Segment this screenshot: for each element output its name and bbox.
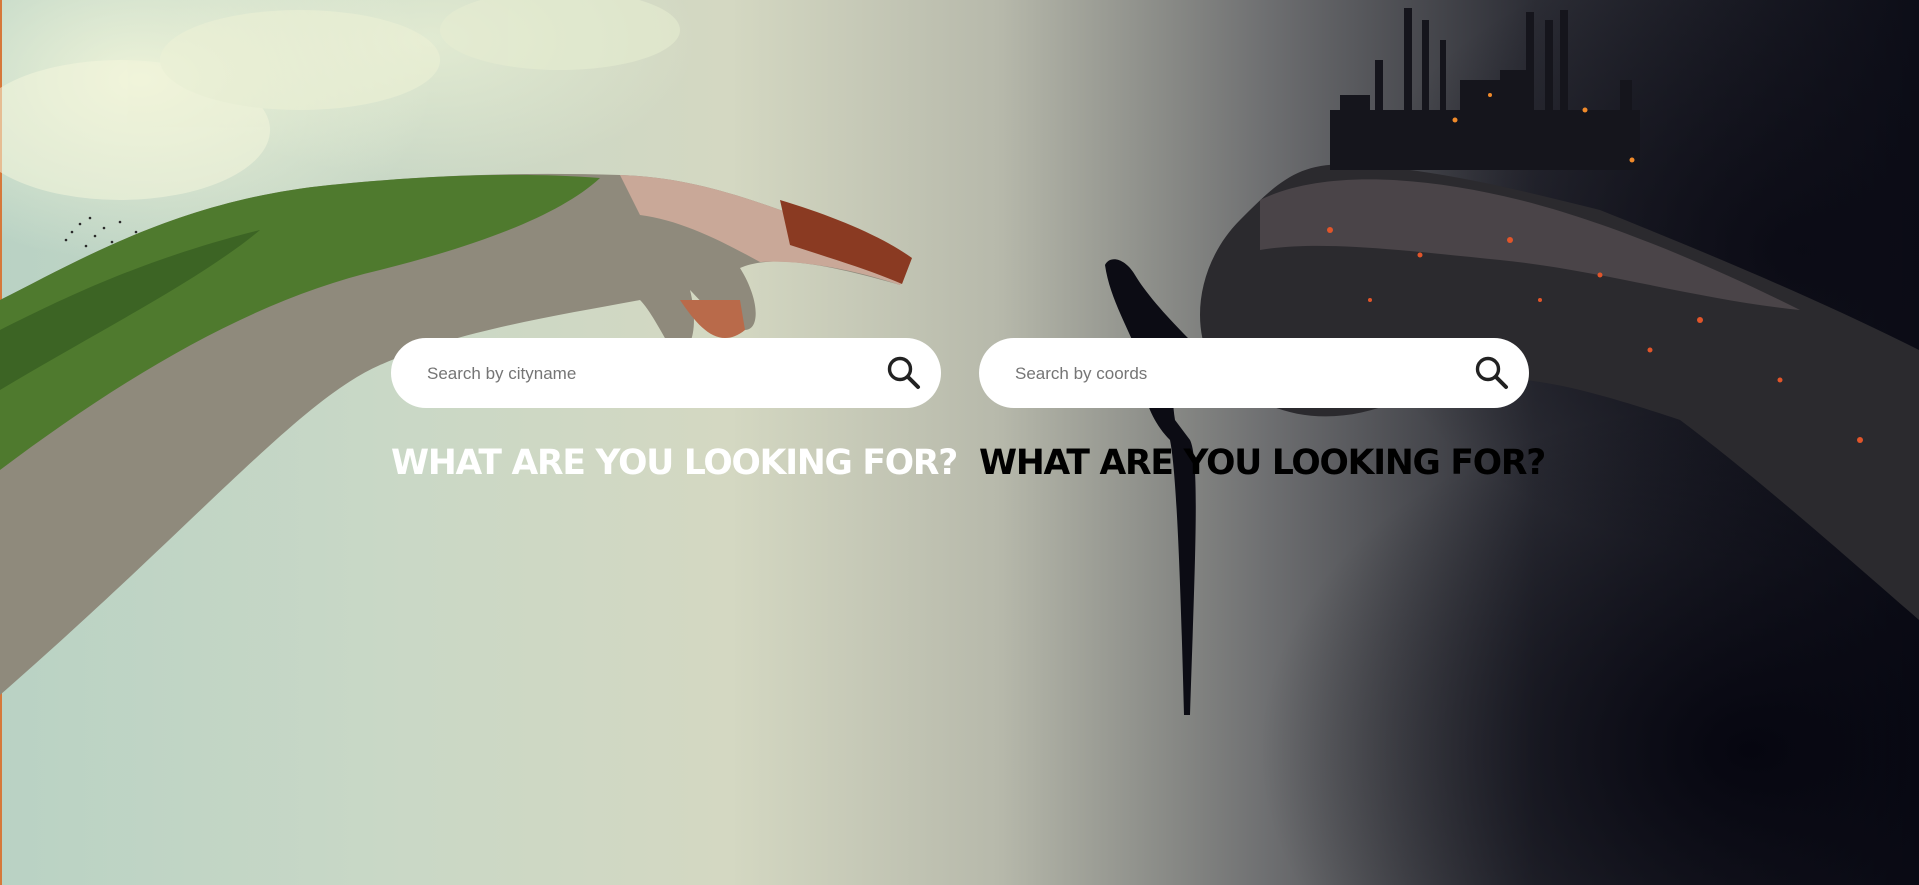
headline-right: WHAT ARE YOU LOOKING FOR? [979,443,1546,483]
search-icon [887,356,920,389]
city-search-input[interactable] [425,338,849,410]
city-search-button[interactable] [883,352,925,394]
coords-search-input[interactable] [1013,338,1437,410]
coords-search-box [979,338,1529,410]
background-artwork [0,0,1919,715]
cloud-shapes [0,0,680,200]
industry-hand [1200,8,1919,620]
hero-background: WHAT ARE YOU LOOKING FOR? WHAT ARE YOU L… [0,0,1919,885]
search-icon [1475,356,1508,389]
coords-search-button[interactable] [1471,352,1513,394]
headline-left: WHAT ARE YOU LOOKING FOR? [391,443,958,483]
oil-drip [1105,259,1196,715]
nature-hand [0,173,912,696]
city-search-box [391,338,941,410]
